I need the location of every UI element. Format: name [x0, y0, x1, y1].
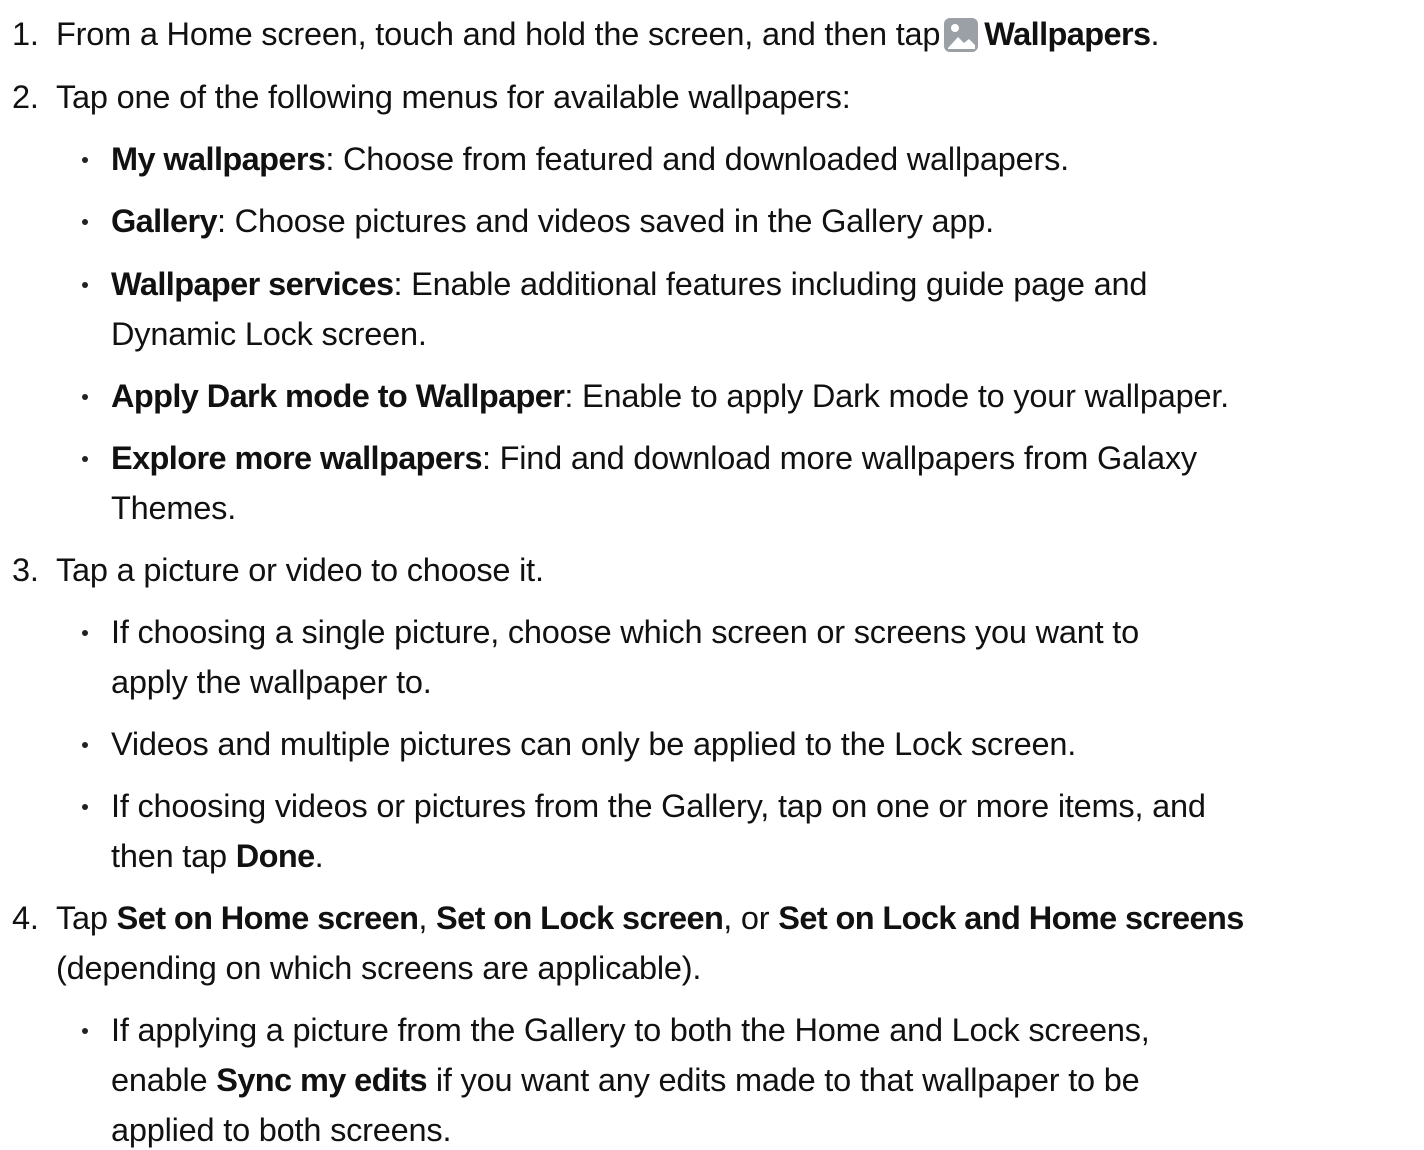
bullet-single-picture: If choosing a single picture, choose whi…: [111, 614, 1139, 650]
bullet-sync-edits-line2: enable Sync my edits if you want any edi…: [111, 1062, 1140, 1098]
bullet-explore-more: Explore more wallpapers: Find and downlo…: [111, 440, 1197, 476]
bullet-apply-dark-mode: Apply Dark mode to Wallpaper: Enable to …: [111, 378, 1229, 414]
set-on-lock-label: Set on Lock screen: [436, 900, 724, 936]
bullet-gallery: Gallery: Choose pictures and videos save…: [111, 203, 994, 239]
bullet-dot: [82, 742, 88, 748]
bullet-gallery-items: If choosing videos or pictures from the …: [111, 788, 1206, 824]
bullet-single-picture-line2: apply the wallpaper to.: [111, 664, 432, 700]
bullet-sync-edits-line3: applied to both screens.: [111, 1112, 452, 1148]
bullet-wallpaper-services: Wallpaper services: Enable additional fe…: [111, 266, 1148, 302]
bullet-sync-edits: If applying a picture from the Gallery t…: [111, 1012, 1150, 1048]
step-2-number: 2.: [12, 79, 39, 115]
instructions-document: 1. From a Home screen, touch and hold th…: [0, 0, 1424, 1148]
set-on-lock-and-home-label: Set on Lock and Home screens: [778, 900, 1244, 936]
step-1-number: 1.: [12, 16, 39, 52]
bullet-dot: [82, 630, 88, 636]
done-label: Done: [235, 838, 315, 874]
step-3-number: 3.: [12, 552, 39, 588]
bullet-dot: [82, 804, 88, 810]
bullet-dot: [82, 282, 88, 288]
bullet-my-wallpapers: My wallpapers: Choose from featured and …: [111, 141, 1069, 177]
wallpapers-label: Wallpapers: [984, 16, 1151, 52]
step-1-text: From a Home screen, touch and hold the s…: [56, 16, 1160, 52]
bullet-wallpaper-services-line2: Dynamic Lock screen.: [111, 316, 427, 352]
wallpapers-icon: [944, 18, 979, 52]
step-4-text: Tap Set on Home screen, Set on Lock scre…: [56, 900, 1244, 936]
bullet-dot: [82, 456, 88, 462]
step-3-text: Tap a picture or video to choose it.: [56, 552, 544, 588]
step-1-text-before: From a Home screen, touch and hold the s…: [56, 16, 941, 52]
step-4-text-line2: (depending on which screens are applicab…: [56, 950, 702, 986]
sync-my-edits-label: Sync my edits: [216, 1062, 428, 1098]
bullet-videos-multiple: Videos and multiple pictures can only be…: [111, 726, 1077, 762]
bullet-explore-more-line2: Themes.: [111, 490, 237, 526]
step-4-number: 4.: [12, 900, 39, 936]
bullet-gallery-items-line2: then tap Done.: [111, 838, 324, 874]
bullet-dot: [82, 157, 88, 163]
bullet-dot: [82, 1028, 88, 1034]
set-on-home-label: Set on Home screen: [116, 900, 419, 936]
bullet-dot: [82, 219, 88, 225]
step-2-text: Tap one of the following menus for avail…: [56, 79, 851, 115]
bullet-dot: [82, 394, 88, 400]
